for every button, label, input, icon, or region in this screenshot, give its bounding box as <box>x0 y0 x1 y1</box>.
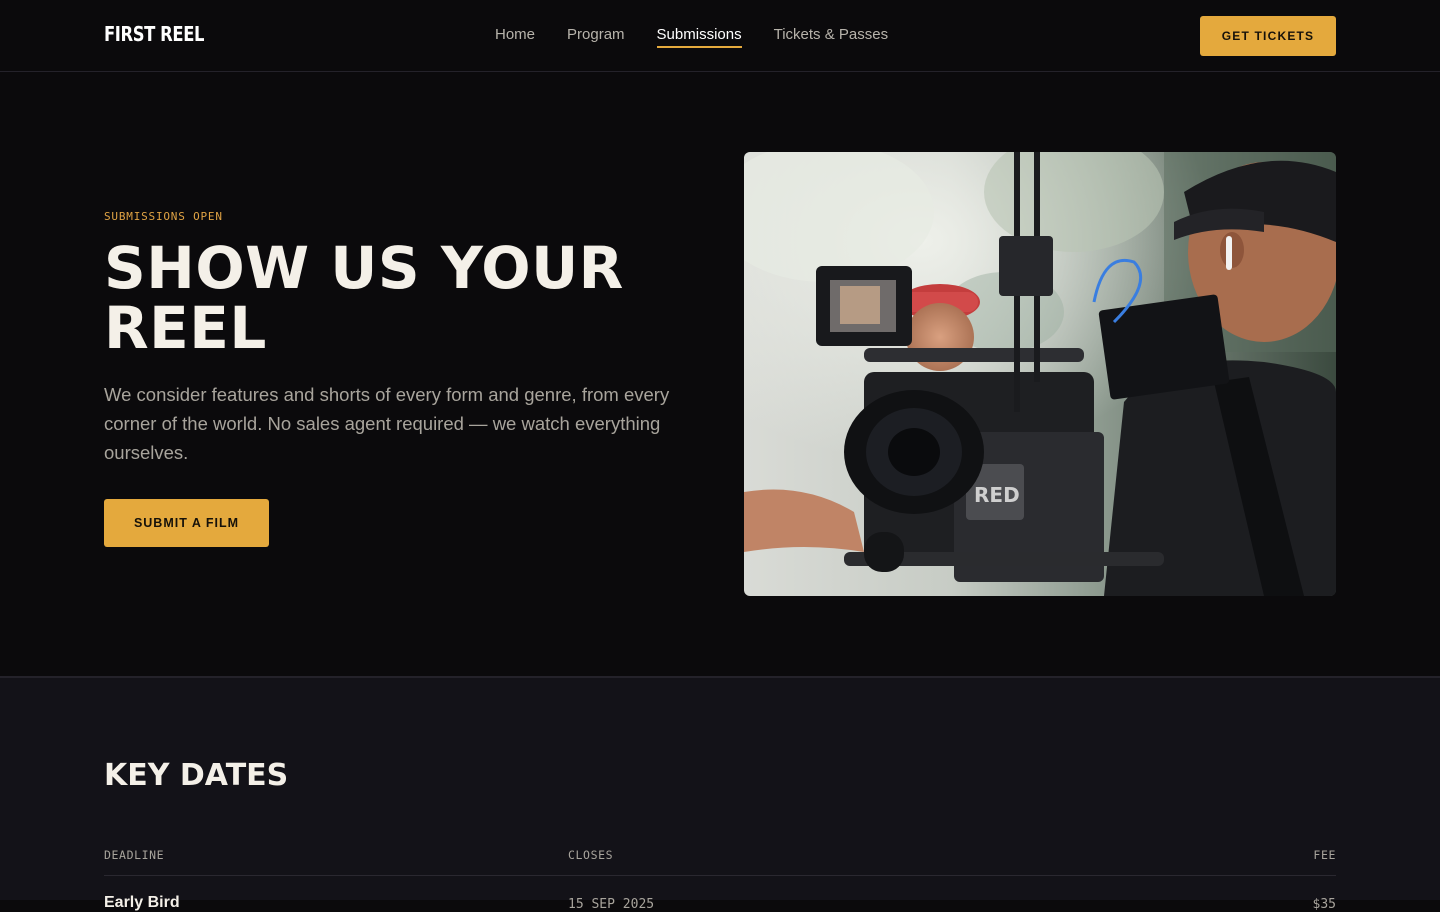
column-header-fee: FEE <box>1313 848 1336 862</box>
site-logo[interactable]: FIRST REEL <box>104 22 204 46</box>
submit-film-button[interactable]: SUBMIT A FILM <box>104 499 269 547</box>
nav-submissions[interactable]: Submissions <box>656 26 742 48</box>
get-tickets-button[interactable]: GET TICKETS <box>1200 16 1336 56</box>
table-divider <box>104 875 1336 876</box>
nav-home[interactable]: Home <box>495 26 535 48</box>
key-dates-title: KEY DATES <box>104 758 289 793</box>
nav-tickets-passes[interactable]: Tickets & Passes <box>774 26 888 48</box>
hero-headline: SHOW US YOUR REEL <box>104 234 624 362</box>
hero-photo: RED <box>744 152 1336 596</box>
deadline-closes: 15 SEP 2025 <box>568 897 655 912</box>
column-header-deadline: DEADLINE <box>104 848 165 862</box>
main-menu: Home Program Submissions Tickets & Passe… <box>495 26 888 48</box>
hero-section: SUBMISSIONS OPEN SHOW US YOUR REEL We co… <box>0 72 1440 676</box>
hero-eyebrow: SUBMISSIONS OPEN <box>104 210 223 223</box>
top-nav: FIRST REEL Home Program Submissions Tick… <box>0 0 1440 72</box>
deadline-fee: $35 <box>1312 897 1336 912</box>
deadline-name: Early Bird <box>104 894 180 911</box>
svg-text:RED: RED <box>974 483 1020 507</box>
hero-description: We consider features and shorts of every… <box>104 384 670 463</box>
column-header-closes: CLOSES <box>568 848 614 862</box>
nav-program[interactable]: Program <box>567 26 625 48</box>
camera-operator-image: RED <box>744 152 1336 596</box>
key-dates-section: KEY DATES DEADLINE CLOSES FEE Early Bird… <box>0 676 1440 912</box>
